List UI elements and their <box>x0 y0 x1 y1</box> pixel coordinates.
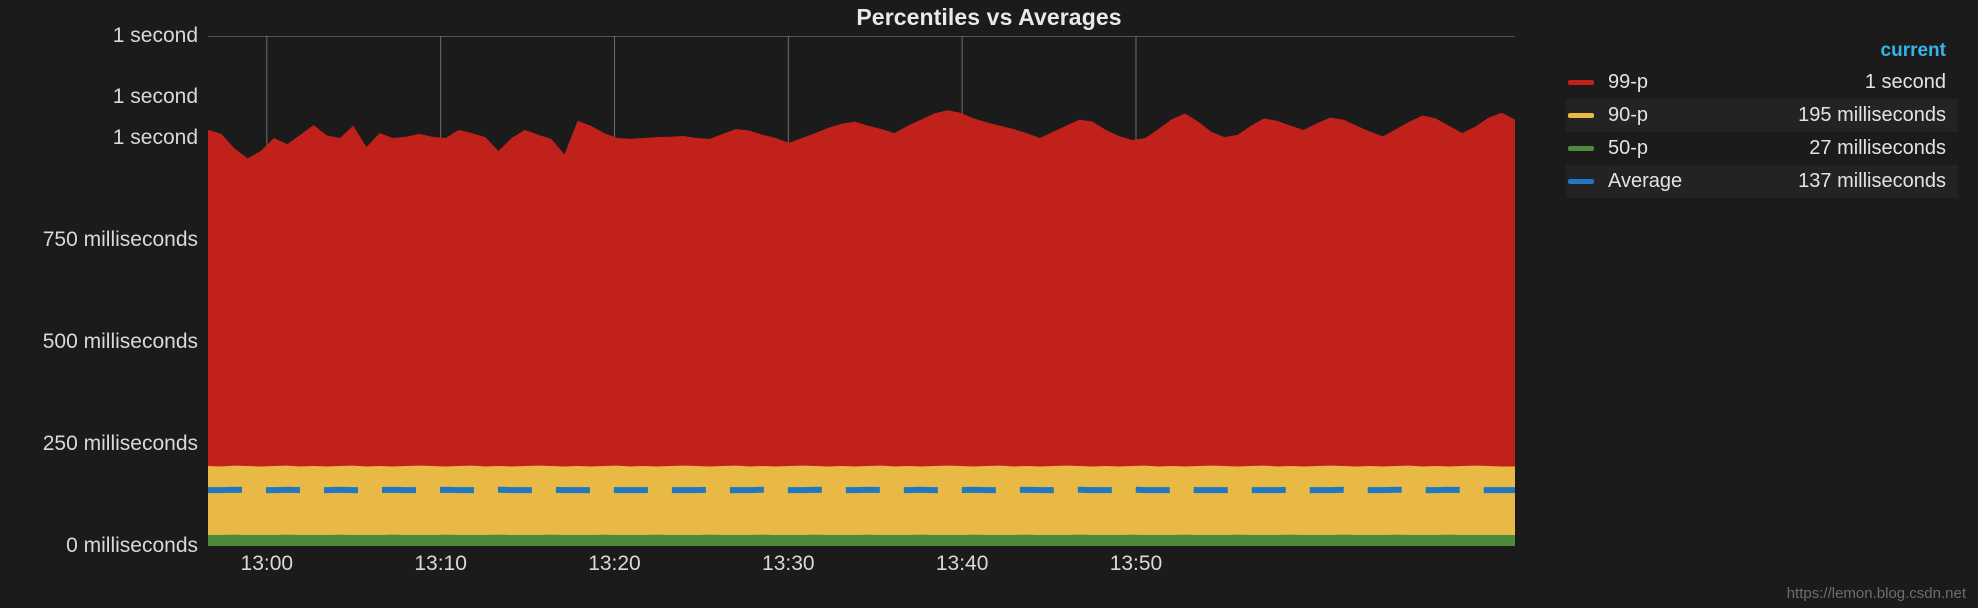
graph-area: 1 second 1 second 1 second 750 milliseconds… <box>0 24 1540 575</box>
legend-item-label: 50-p <box>1608 137 1649 159</box>
legend: current 99-p 1 second 90-p 195 milliseconds… <box>1566 40 1958 198</box>
legend-color-swatch[interactable] <box>1568 146 1594 151</box>
x-axis-tick: 13:00 <box>240 552 294 575</box>
y-axis-tick: 0 milliseconds <box>66 534 198 557</box>
watermark: https://lemon.blog.csdn.net <box>1786 585 1966 602</box>
legend-rows: 99-p 1 second 90-p 195 milliseconds 50-p 27 m… <box>1566 66 1958 198</box>
y-axis-tick: 1 second <box>112 126 198 149</box>
legend-color-swatch[interactable] <box>1568 80 1594 85</box>
series-area-50-p <box>208 534 1515 546</box>
y-axis-tick: 750 milliseconds <box>42 228 198 251</box>
legend-item-value: 195 milliseconds <box>1798 104 1946 126</box>
plot-area[interactable] <box>208 36 1515 546</box>
legend-column-current[interactable]: current <box>1881 40 1946 62</box>
x-axis-tick: 13:30 <box>762 552 815 575</box>
y-axis-tick: 250 milliseconds <box>42 432 198 455</box>
legend-header: current <box>1566 40 1958 66</box>
x-axis-tick: 13:20 <box>588 552 641 575</box>
x-axis-tick: 13:40 <box>935 552 989 575</box>
legend-item-label: 99-p <box>1608 71 1649 93</box>
x-axis: 13:00 13:10 13:20 13:30 13:40 13:50 <box>208 546 1515 586</box>
series-layer <box>208 110 1515 546</box>
legend-item-average[interactable]: Average 137 milliseconds <box>1566 165 1958 198</box>
legend-item-value: 27 milliseconds <box>1809 137 1946 159</box>
legend-item-value: 1 second <box>1864 71 1946 93</box>
legend-item-label: Average <box>1608 170 1683 192</box>
series-area-90-p <box>208 465 1515 546</box>
chart-canvas <box>208 36 1515 546</box>
legend-item-99-p[interactable]: 99-p 1 second <box>1566 66 1958 99</box>
y-axis-tick: 500 milliseconds <box>42 330 198 353</box>
legend-item-value: 137 milliseconds <box>1798 170 1946 192</box>
legend-item-50-p[interactable]: 50-p 27 milliseconds <box>1566 132 1958 165</box>
y-axis-tick: 1 second <box>112 85 198 109</box>
legend-color-swatch[interactable] <box>1568 179 1594 184</box>
legend-item-90-p[interactable]: 90-p 195 milliseconds <box>1566 99 1958 132</box>
graph-panel: Percentiles vs Averages 1 second 1 second… <box>0 0 1978 608</box>
y-axis: 1 second 1 second 1 second 750 milliseconds… <box>0 24 208 557</box>
legend-color-swatch[interactable] <box>1568 113 1594 118</box>
legend-item-label: 90-p <box>1608 104 1649 126</box>
page-title: Percentiles vs Averages <box>856 4 1122 30</box>
y-axis-tick: 1 second <box>112 24 198 47</box>
x-axis-tick: 13:50 <box>1109 552 1163 575</box>
x-axis-tick: 13:10 <box>414 552 467 575</box>
